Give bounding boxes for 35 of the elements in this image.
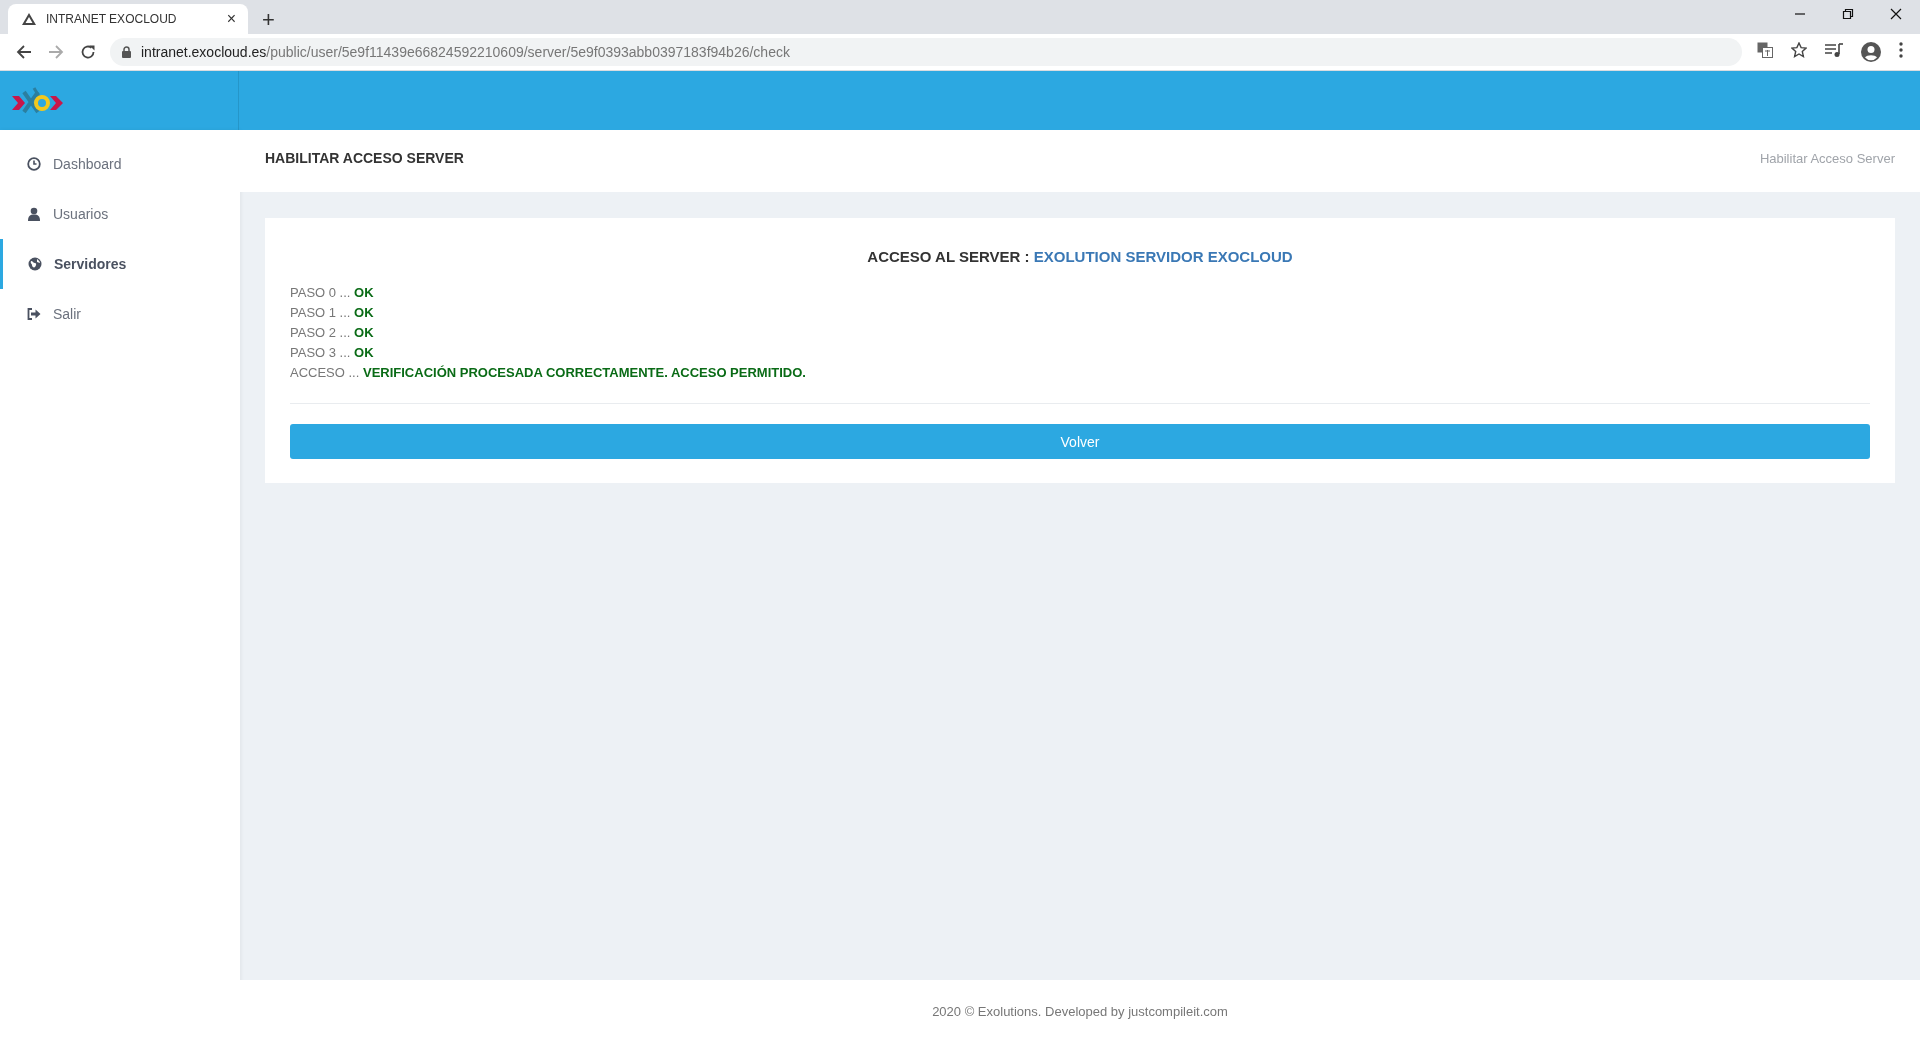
reload-icon[interactable] [80,44,96,60]
close-tab-button[interactable]: × [224,11,238,27]
sign-out-icon [26,308,41,320]
server-name: EXOLUTION SERVIDOR EXOCLOUD [1033,248,1293,265]
status-line: PASO 3 ... OK [290,344,375,362]
sidebar-item[interactable]: Servidores [0,239,240,289]
card-title: ACCESO AL SERVER : [867,248,1030,265]
browser-tab[interactable]: INTRANET EXOCLOUD × [8,4,248,34]
sidebar-item[interactable]: Dashboard [0,139,240,189]
user-icon [27,207,40,221]
lock-icon [122,46,131,58]
media-icon[interactable] [1825,42,1843,58]
breadcrumb: Habilitar Acceso Server [1759,150,1895,166]
tab-title: INTRANET EXOCLOUD [46,12,178,26]
status-line: PASO 0 ... OK [290,284,375,302]
status-line: PASO 2 ... OK [290,324,375,342]
star-icon[interactable] [1791,42,1807,58]
triangle-logo-icon [22,13,36,25]
back-icon[interactable] [16,44,32,60]
logo-icon [12,85,64,116]
sidebar-item[interactable]: Salir [0,289,240,339]
footer-text: 2020 © Exolutions. Developed by justcompileit.com [932,1003,1228,1019]
address-field[interactable]: intranet.exocloud.es/public/user/5e9f11439e66824592210609/server/5e9f0393abb0397183f94b26/check [110,38,1742,66]
globe-icon [27,257,42,271]
translate-icon[interactable] [1757,42,1773,58]
clock-icon [26,157,41,171]
close-icon[interactable] [1890,8,1902,20]
sidebar-item[interactable]: Usuarios [0,189,240,239]
status-line: ACCESO ... VERIFICACIÓN PROCESADA CORRECTAMENTE. ACCESO PERMITIDO. [290,364,807,382]
new-tab-button[interactable]: + [258,9,279,31]
restore-icon[interactable] [1842,8,1854,20]
status-line: PASO 1 ... OK [290,304,375,322]
page-title: HABILITAR ACCESO SERVER [265,150,464,166]
account-icon[interactable] [1861,42,1881,62]
menu-icon[interactable] [1899,42,1903,58]
